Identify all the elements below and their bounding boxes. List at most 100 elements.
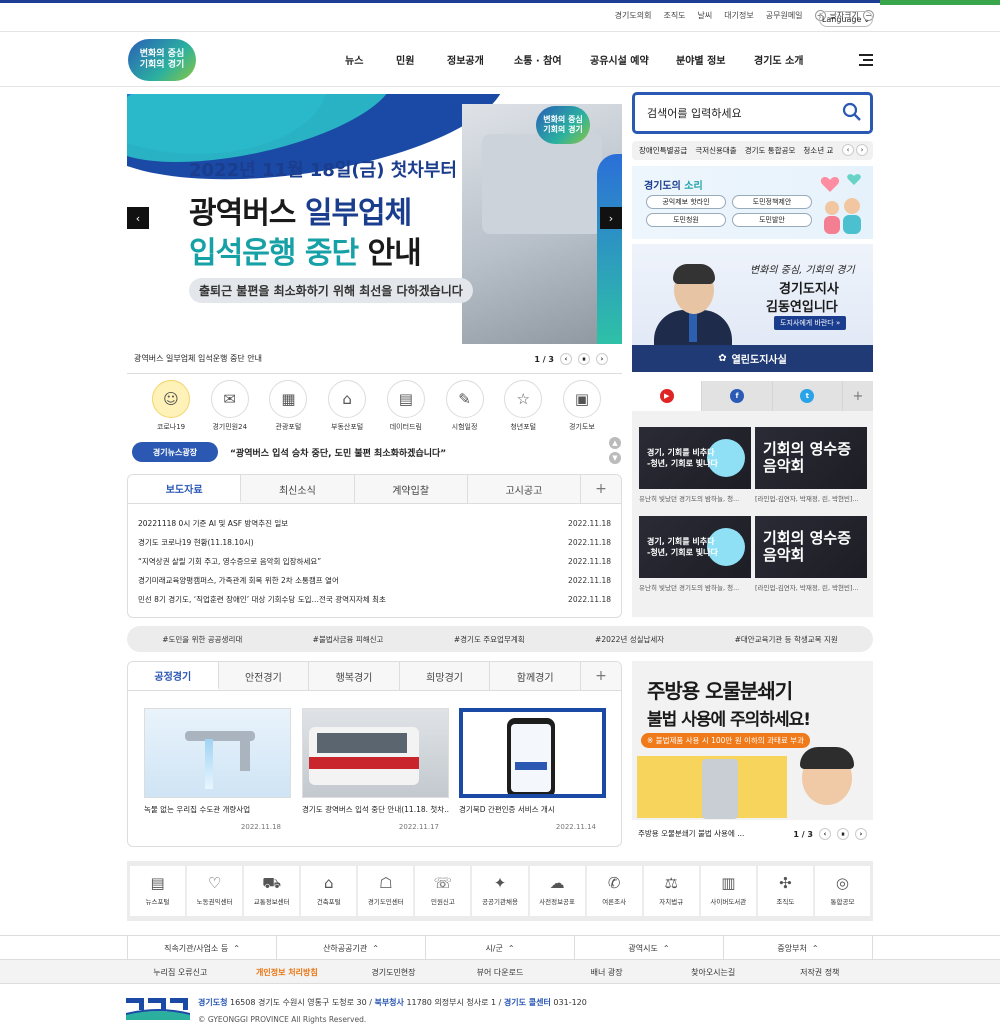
footer-dropdown-cities[interactable]: 시/군 ⌃ <box>425 936 574 960</box>
voice-pill-proposal[interactable]: 도민정책제안 <box>732 195 812 209</box>
footer-dropdown-public[interactable]: 산하공공기관 ⌃ <box>276 936 425 960</box>
service-labor[interactable]: ♡ 노동권익센터 <box>187 866 243 916</box>
promo-pause-button[interactable]: ⏸ <box>837 828 849 840</box>
tab-safe[interactable]: 안전경기 <box>218 662 310 690</box>
tab-fair[interactable]: 공정경기 <box>128 662 219 690</box>
video-caption[interactable]: 유난히 빛났던 경기도의 밤하늘, 청... <box>639 493 751 503</box>
util-link-weather[interactable]: 날씨 <box>698 10 713 21</box>
quick-link-minwon24[interactable]: ✉ 경기민원24 <box>206 380 254 432</box>
footer-link-error-report[interactable]: 누리집 오류신고 <box>127 960 234 984</box>
hashtag-item[interactable]: #경기도 주요업무계획 <box>454 634 525 645</box>
hashtag-item[interactable]: #2022년 성실납세자 <box>595 634 664 645</box>
service-news-portal[interactable]: ▤ 뉴스포털 <box>130 866 186 916</box>
tab-contract[interactable]: 계약입찰 <box>354 475 468 503</box>
hashtag-item[interactable]: #불법사금융 피해신고 <box>313 634 384 645</box>
banner-next-button[interactable]: › <box>600 207 622 229</box>
theme-card[interactable]: 경기북D 간편인증 서비스 개시 2022.11.14 <box>459 708 606 831</box>
util-link-air[interactable]: 대기정보 <box>724 10 753 21</box>
util-link-mail[interactable]: 공무원메일 <box>766 10 803 21</box>
quick-link-realestate[interactable]: ⌂ 부동산포털 <box>323 380 371 432</box>
banner-pause-button[interactable]: ⏸ <box>578 353 590 365</box>
news-ticker-tag[interactable]: 경기뉴스광장 <box>132 442 218 462</box>
theme-card[interactable]: 경기도 광역버스 입석 중단 안내(11.18. 첫차... 2022.11.1… <box>302 708 449 831</box>
footer-link-viewer[interactable]: 뷰어 다운로드 <box>447 960 554 984</box>
quick-link-tour[interactable]: ▦ 관광포털 <box>264 380 312 432</box>
list-item[interactable]: “지역상권 살릴 기회 주고, 영수증으로 음악회 입장하세요” 2022.11.… <box>138 552 611 571</box>
video-caption[interactable]: [라인업-김연자, 박재정, 린, 박현빈]... <box>755 582 867 592</box>
hashtag-item[interactable]: #대안교육기관 등 학생교복 지원 <box>735 634 838 645</box>
promo-caption[interactable]: 주방용 오물분쇄기 불법 사용에 ... <box>638 828 744 839</box>
keyword-prev-button[interactable]: ‹ <box>842 144 854 156</box>
banner-pager-next[interactable]: › <box>596 353 608 365</box>
theme-card[interactable]: 녹물 없는 우리집 수도관 개량사업 2022.11.18 <box>144 708 291 831</box>
voice-pill-hotline[interactable]: 공익제보 핫라인 <box>646 195 726 209</box>
list-item[interactable]: 20221118 0시 기준 AI 및 ASF 방역추진 일보 2022.11.1… <box>138 514 611 533</box>
video-thumbnail[interactable]: 기회의 영수증 음악회 <box>755 516 867 578</box>
open-governor-office-link[interactable]: ✿ 열린도지사실 <box>632 345 873 372</box>
list-item[interactable]: 경기도 코로나19 현황(11.18.10시) 2022.11.18 <box>138 533 611 552</box>
quick-link-gazette[interactable]: ▣ 경기도보 <box>558 380 606 432</box>
video-thumbnail[interactable]: 기회의 영수증 음악회 <box>755 427 867 489</box>
keyword-item[interactable]: 청소년 교 <box>803 145 833 156</box>
service-law[interactable]: ⚖ 자치법규 <box>643 866 699 916</box>
footer-link-directions[interactable]: 찾아오시는길 <box>660 960 767 984</box>
keyword-next-button[interactable]: › <box>856 144 868 156</box>
quick-link-covid[interactable]: ☺ 코로나19 <box>147 380 195 432</box>
site-logo[interactable]: 변화의 중심 기회의 경기 <box>128 39 196 81</box>
footer-dropdown-provinces[interactable]: 광역시도 ⌃ <box>574 936 723 960</box>
tab-together[interactable]: 함께경기 <box>490 662 581 690</box>
nav-item-reservation[interactable]: 공유시설 예약 <box>590 52 649 67</box>
voice-pill-petition[interactable]: 도민청원 <box>646 213 726 227</box>
tab-press[interactable]: 보도자료 <box>128 475 242 503</box>
video-thumbnail[interactable]: 경기, 기회를 비추다 -청년, 기회로 빛나다 <box>639 427 751 489</box>
keyword-item[interactable]: 경기도 통합공모 <box>745 145 796 156</box>
service-disclosure[interactable]: ☁ 사전정보공표 <box>529 866 585 916</box>
banner-pager-prev[interactable]: ‹ <box>560 353 572 365</box>
video-caption[interactable]: [라인업-김연자, 박재정, 린, 박현빈]... <box>755 493 867 503</box>
governor-banner[interactable]: 변화의 중심, 기회의 경기 경기도지사 김동연입니다 도지사에게 바란다 » … <box>632 244 873 372</box>
banner-prev-button[interactable]: ‹ <box>127 207 149 229</box>
footer-dropdown-agencies[interactable]: 직속기관/사업소 등 ⌃ <box>127 936 276 960</box>
quick-link-data[interactable]: ▤ 데이터드림 <box>382 380 430 432</box>
promo-next-button[interactable]: › <box>855 828 867 840</box>
sns-more-button[interactable]: + <box>842 381 873 411</box>
footer-link-charter[interactable]: 경기도민현장 <box>340 960 447 984</box>
util-link-org-chart[interactable]: 조직도 <box>663 10 685 21</box>
tab-hope[interactable]: 희망경기 <box>399 662 491 690</box>
service-citizen-center[interactable]: ☖ 경기도민센터 <box>358 866 414 916</box>
quick-link-youth[interactable]: ☆ 청년포털 <box>499 380 547 432</box>
util-link-council[interactable]: 경기도의회 <box>615 10 652 21</box>
footer-dropdown-ministries[interactable]: 중앙부처 ⌃ <box>723 936 873 960</box>
tab-latest[interactable]: 최신소식 <box>241 475 355 503</box>
tab-youtube[interactable]: ▶ <box>632 381 703 411</box>
nav-item-news[interactable]: 뉴스 <box>345 52 363 67</box>
nav-item-participation[interactable]: 소통 · 참여 <box>514 52 562 67</box>
nav-item-about[interactable]: 경기도 소개 <box>754 52 803 67</box>
menu-icon[interactable] <box>859 54 873 69</box>
service-library[interactable]: ▥ 사이버도서관 <box>700 866 756 916</box>
tab-notice[interactable]: 고시공고 <box>467 475 581 503</box>
chevron-up-icon[interactable]: ▲ <box>609 437 621 449</box>
tab-facebook[interactable]: f <box>702 381 773 411</box>
keyword-item[interactable]: 극저신용대출 <box>695 145 736 156</box>
search-icon[interactable] <box>842 102 862 122</box>
service-complaint[interactable]: ☏ 민원신고 <box>415 866 471 916</box>
video-caption[interactable]: 유난히 빛났던 경기도의 밤하늘, 청... <box>639 582 751 592</box>
promo-banner[interactable]: 주방용 오물분쇄기 불법 사용에 주의하세요! ※ 불법제품 사용 시 100만… <box>632 661 873 847</box>
list-item[interactable]: 민선 8기 경기도, ‘직업훈련 장애인’ 대상 기회수당 도입…전국 광역지자… <box>138 590 611 609</box>
hashtag-item[interactable]: #도민을 위한 공공생리대 <box>162 634 242 645</box>
search-box[interactable]: 검색어를 입력하세요 <box>632 92 873 134</box>
service-survey[interactable]: ✆ 여론조사 <box>586 866 642 916</box>
voice-pill-initiative[interactable]: 도민발안 <box>732 213 812 227</box>
quick-link-exam[interactable]: ✎ 시험일정 <box>441 380 489 432</box>
service-recruit[interactable]: ✦ 공공기관채용 <box>472 866 528 916</box>
list-item[interactable]: 경기미래교육양평캠퍼스, 가족관계 회복 위한 2차 소통캠프 열어 2022.1… <box>138 571 611 590</box>
search-input[interactable]: 검색어를 입력하세요 <box>647 105 742 121</box>
language-select[interactable]: Language ⌄ <box>819 11 873 27</box>
nav-item-fields[interactable]: 분야별 정보 <box>676 52 725 67</box>
footer-link-privacy[interactable]: 개인정보 처리방침 <box>234 960 341 984</box>
video-thumbnail[interactable]: 경기, 기회를 비추다 -청년, 기회로 빛나다 <box>639 516 751 578</box>
service-contest[interactable]: ◎ 통합공모 <box>814 866 871 916</box>
nav-item-civil[interactable]: 민원 <box>396 52 414 67</box>
news-ticker-text[interactable]: “광역버스 입석 승차 중단, 도민 불편 최소화하겠습니다” <box>230 446 446 459</box>
